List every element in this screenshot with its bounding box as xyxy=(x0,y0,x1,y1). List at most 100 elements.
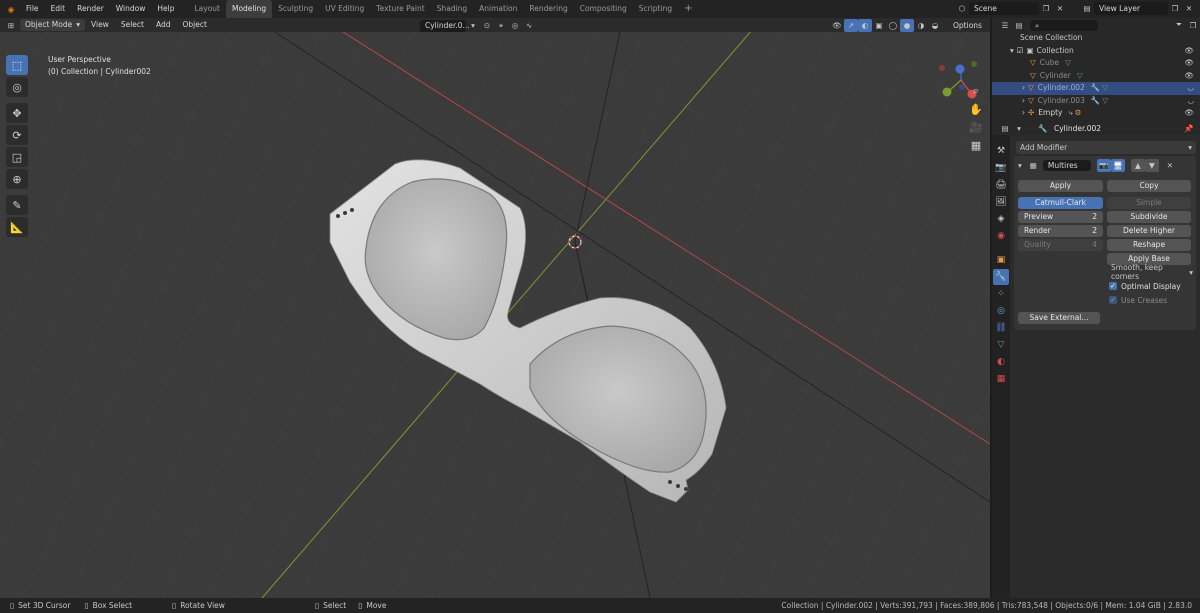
properties-editor-icon[interactable]: ▤ xyxy=(998,122,1012,135)
pan-icon[interactable]: ✋ xyxy=(967,100,985,118)
menu-file[interactable]: File xyxy=(20,0,45,18)
expand-icon[interactable]: › xyxy=(1022,107,1025,120)
menu-object[interactable]: Object xyxy=(177,18,213,32)
simple-button[interactable]: Simple xyxy=(1107,197,1191,209)
rendered-shading-icon[interactable]: ◒ xyxy=(928,19,942,32)
tab-sculpting[interactable]: Sculpting xyxy=(272,0,319,18)
subdivide-button[interactable]: Subdivide xyxy=(1107,211,1191,223)
gizmo-icon[interactable]: ↗ xyxy=(844,19,858,32)
outliner-search-input[interactable]: ⌕ xyxy=(1030,19,1098,31)
eye-hidden-icon[interactable]: ◡ xyxy=(1187,95,1194,108)
add-modifier-dropdown[interactable]: Add Modifier ▾ xyxy=(1016,141,1196,154)
tab-scripting[interactable]: Scripting xyxy=(633,0,678,18)
view-layer-field[interactable]: View Layer xyxy=(1094,2,1168,15)
gizmo-y-axis[interactable] xyxy=(942,87,952,97)
output-tab-icon[interactable]: 🖨 xyxy=(993,177,1009,193)
chevron-down-icon[interactable]: ▾ xyxy=(466,19,480,32)
expand-icon[interactable]: › xyxy=(1022,82,1025,95)
menu-render[interactable]: Render xyxy=(71,0,110,18)
tab-compositing[interactable]: Compositing xyxy=(574,0,633,18)
editor-type-icon[interactable]: ⊞ xyxy=(4,19,18,32)
menu-window[interactable]: Window xyxy=(110,0,152,18)
zoom-icon[interactable]: ⌕ xyxy=(967,82,985,100)
tab-layout[interactable]: Layout xyxy=(188,0,226,18)
copy-scene-icon[interactable]: ❐ xyxy=(1039,2,1053,15)
delete-higher-button[interactable]: Delete Higher xyxy=(1107,225,1191,237)
viewport-scene[interactable] xyxy=(0,32,990,598)
mode-selector[interactable]: Object Mode ▾ xyxy=(20,19,86,31)
camera-icon[interactable]: 🎥 xyxy=(967,118,985,136)
proportional-edit-icon[interactable]: ◎ xyxy=(508,19,522,32)
material-shading-icon[interactable]: ◑ xyxy=(914,19,928,32)
eye-icon[interactable]: 👁 xyxy=(1184,107,1194,120)
snap-icon[interactable]: ⌖ xyxy=(494,19,508,32)
gizmo-z-axis[interactable] xyxy=(955,64,965,74)
overlay-icon[interactable]: ◐ xyxy=(858,19,872,32)
use-creases-checkbox[interactable]: ✓ Use Creases xyxy=(1109,294,1167,306)
rotate-tool[interactable]: ⟳ xyxy=(6,125,28,145)
outliner-scene-collection[interactable]: Scene Collection xyxy=(992,32,1200,45)
tab-texture-paint[interactable]: Texture Paint xyxy=(370,0,430,18)
catmull-clark-button[interactable]: Catmull-Clark xyxy=(1018,197,1103,209)
constraints-tab-icon[interactable]: ⛓ xyxy=(993,320,1009,336)
outliner-item-empty[interactable]: › ✣ Empty ⤷ ⚙ 👁 xyxy=(992,107,1200,120)
active-object-field[interactable]: Cylinder.0... xyxy=(420,19,470,32)
menu-edit[interactable]: Edit xyxy=(45,0,72,18)
uv-smooth-dropdown[interactable]: Smooth, keep corners ▾ xyxy=(1111,263,1193,281)
outliner-editor-icon[interactable]: ☰ xyxy=(998,19,1012,32)
move-down-icon[interactable]: ▼ xyxy=(1144,158,1159,172)
outliner-item-cube[interactable]: ▽ Cube ▽ 👁 xyxy=(992,57,1200,70)
show-in-viewport-icon[interactable]: 🖥 xyxy=(1110,158,1125,172)
outliner-item-cylinder[interactable]: ▽ Cylinder ▽ 👁 xyxy=(992,70,1200,83)
move-tool[interactable]: ✥ xyxy=(6,103,28,123)
close-icon[interactable]: ✕ xyxy=(1163,159,1177,172)
falloff-icon[interactable]: ∿ xyxy=(522,19,536,32)
filter-icon[interactable]: ⏷ xyxy=(1172,19,1186,32)
expand-icon[interactable]: ▾ xyxy=(1010,45,1014,58)
options-button[interactable]: Options xyxy=(948,19,987,32)
preview-levels-field[interactable]: Preview 2 xyxy=(1018,211,1103,223)
wireframe-shading-icon[interactable]: ◯ xyxy=(886,19,900,32)
scene-tab-icon[interactable]: ◈ xyxy=(993,211,1009,227)
show-in-editmode-icon[interactable]: 📷 xyxy=(1096,158,1111,172)
expand-icon[interactable]: › xyxy=(1022,95,1025,108)
visibility-icon[interactable]: 👁 xyxy=(830,19,844,32)
tab-uv-editing[interactable]: UV Editing xyxy=(319,0,370,18)
reshape-button[interactable]: Reshape xyxy=(1107,239,1191,251)
close-scene-icon[interactable]: ✕ xyxy=(1053,2,1067,15)
tab-animation[interactable]: Animation xyxy=(473,0,523,18)
material-tab-icon[interactable]: ◐ xyxy=(993,354,1009,370)
chevron-down-icon[interactable]: ▾ xyxy=(1012,122,1026,135)
modifier-name-input[interactable]: Multires xyxy=(1042,159,1091,171)
blender-logo-icon[interactable]: ◉ xyxy=(4,3,18,16)
transform-pivot-icon[interactable]: ⊙ xyxy=(480,19,494,32)
measure-tool[interactable]: 📐 xyxy=(6,217,28,237)
data-tab-icon[interactable]: ▽ xyxy=(993,337,1009,353)
scale-tool[interactable]: ◲ xyxy=(6,147,28,167)
quality-field[interactable]: Quality 4 xyxy=(1018,239,1103,251)
select-box-tool[interactable]: ⬚ xyxy=(6,55,28,75)
add-workspace-button[interactable]: + xyxy=(678,0,698,18)
move-up-icon[interactable]: ▲ xyxy=(1130,158,1145,172)
scene-field[interactable]: Scene xyxy=(969,2,1039,15)
tab-rendering[interactable]: Rendering xyxy=(523,0,573,18)
tool-tab-icon[interactable]: ⚒ xyxy=(993,143,1009,159)
close-view-layer-icon[interactable]: ✕ xyxy=(1182,2,1196,15)
solid-shading-icon[interactable]: ● xyxy=(900,19,914,32)
render-levels-field[interactable]: Render 2 xyxy=(1018,225,1103,237)
view-layer-tab-icon[interactable]: 🖼 xyxy=(993,194,1009,210)
world-tab-icon[interactable]: ◉ xyxy=(993,228,1009,244)
eye-hidden-icon[interactable]: ◡ xyxy=(1187,82,1194,95)
physics-tab-icon[interactable]: ◎ xyxy=(993,303,1009,319)
eye-icon[interactable]: 👁 xyxy=(1184,57,1194,70)
new-collection-icon[interactable]: ❐ xyxy=(1186,19,1200,32)
optimal-display-checkbox[interactable]: ✓ Optimal Display xyxy=(1109,280,1181,292)
cursor-tool[interactable]: ◎ xyxy=(6,77,28,97)
tab-shading[interactable]: Shading xyxy=(431,0,473,18)
transform-tool[interactable]: ⊕ xyxy=(6,169,28,189)
3d-viewport[interactable] xyxy=(0,32,990,598)
menu-help[interactable]: Help xyxy=(151,0,180,18)
tab-modeling[interactable]: Modeling xyxy=(225,0,273,18)
filter-display-icon[interactable]: ▤ xyxy=(1012,19,1026,32)
apply-button[interactable]: Apply xyxy=(1018,180,1103,192)
